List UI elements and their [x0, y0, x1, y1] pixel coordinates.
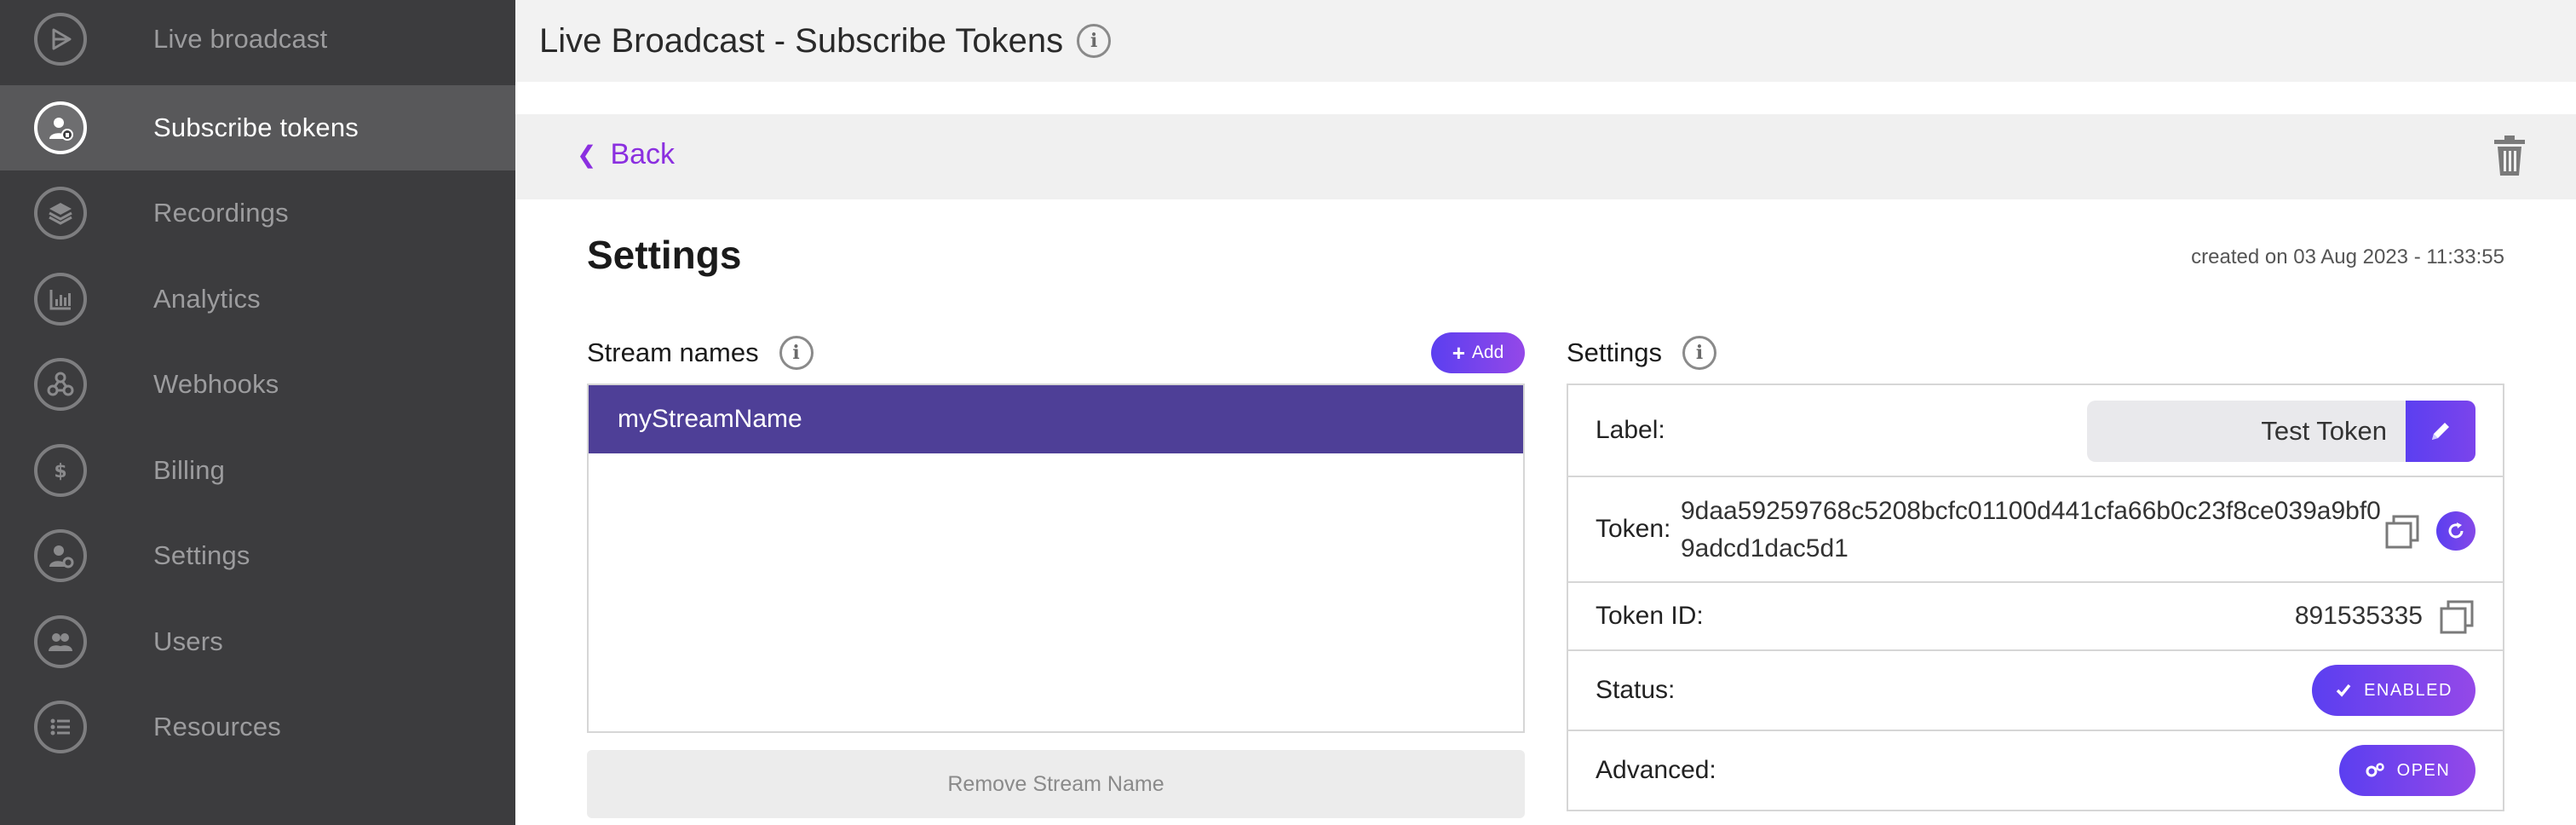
pencil-icon — [2432, 423, 2449, 440]
regenerate-token-button[interactable] — [2436, 511, 2475, 551]
sidebar: Live broadcast Subscribe tokens Recordin… — [0, 0, 515, 825]
sidebar-item-label: Analytics — [153, 284, 261, 314]
list-icon — [34, 701, 87, 753]
settings-panel-heading: Settings i — [1567, 336, 1717, 370]
status-row: Status: ENABLED — [1568, 651, 2503, 731]
info-icon[interactable]: i — [779, 336, 814, 370]
info-icon[interactable]: i — [1077, 24, 1112, 58]
sidebar-item-label: Live broadcast — [153, 24, 328, 54]
add-stream-button[interactable]: + Add — [1431, 332, 1525, 373]
settings-panel: Label: Test Token Token: 9daa59259768c52… — [1567, 384, 2504, 811]
main-content: ❮ Back Settings created on 03 Aug 2023 -… — [515, 82, 2576, 825]
users-icon — [34, 615, 87, 668]
created-timestamp: created on 03 Aug 2023 - 11:33:55 — [2191, 245, 2504, 268]
back-bar: ❮ Back — [515, 114, 2576, 199]
sidebar-item-resources[interactable]: Resources — [0, 684, 515, 770]
trash-icon[interactable] — [2491, 135, 2528, 177]
sidebar-item-label: Resources — [153, 712, 281, 741]
stream-names-heading: Stream names i — [587, 336, 814, 370]
layers-icon — [34, 187, 87, 239]
advanced-open-button[interactable]: OPEN — [2339, 745, 2475, 796]
check-icon — [2335, 682, 2352, 699]
label-field: Test Token — [2087, 401, 2475, 462]
back-button[interactable]: ❮ Back — [577, 138, 675, 171]
settings-title: Settings — [587, 233, 742, 277]
advanced-value: OPEN — [2396, 760, 2451, 780]
token-id-value: 891535335 — [2294, 602, 2423, 630]
sidebar-item-label: Settings — [153, 540, 250, 570]
sidebar-item-label: Billing — [153, 455, 226, 485]
stream-names-label: Stream names — [587, 338, 759, 367]
token-id-row: Token ID: 891535335 — [1568, 583, 2503, 651]
sidebar-item-label: Subscribe tokens — [153, 112, 359, 142]
chevron-left-icon: ❮ — [577, 141, 597, 168]
label-value: Test Token — [2261, 416, 2387, 446]
status-label: Status: — [1596, 676, 1676, 704]
back-label: Back — [610, 138, 676, 170]
broadcast-icon — [34, 13, 87, 66]
sidebar-item-subscribe-tokens[interactable]: Subscribe tokens — [0, 85, 515, 170]
info-icon[interactable]: i — [1682, 336, 1717, 370]
sidebar-item-billing[interactable]: $ Billing — [0, 428, 515, 513]
advanced-row: Advanced: OPEN — [1568, 731, 2503, 810]
dollar-icon: $ — [34, 444, 87, 497]
token-value: 9daa59259768c5208bcfc01100d441cfa66b0c23… — [1681, 497, 2381, 562]
edit-label-button[interactable] — [2406, 401, 2475, 462]
label-label: Label: — [1596, 416, 1665, 444]
refresh-icon — [2448, 522, 2464, 539]
sidebar-item-settings[interactable]: Settings — [0, 513, 515, 598]
list-item[interactable]: myStreamName — [589, 385, 1523, 453]
token-label: Token: — [1596, 515, 1671, 543]
copy-icon[interactable] — [2438, 598, 2475, 636]
user-gear-icon — [34, 529, 87, 582]
sidebar-item-analytics[interactable]: Analytics — [0, 257, 515, 342]
user-lock-icon — [34, 101, 87, 154]
token-row: Token: 9daa59259768c5208bcfc01100d441cfa… — [1568, 477, 2503, 583]
sidebar-item-users[interactable]: Users — [0, 599, 515, 684]
sidebar-item-recordings[interactable]: Recordings — [0, 170, 515, 256]
status-toggle[interactable]: ENABLED — [2312, 665, 2475, 716]
webhook-icon — [34, 358, 87, 411]
label-row: Label: Test Token — [1568, 385, 2503, 477]
sidebar-item-label: Recordings — [153, 198, 289, 228]
add-label: Add — [1471, 343, 1504, 362]
status-value: ENABLED — [2364, 680, 2452, 700]
plus-icon: + — [1452, 339, 1465, 366]
token-id-label: Token ID: — [1596, 602, 1704, 630]
advanced-label: Advanced: — [1596, 756, 1716, 784]
sidebar-item-label: Webhooks — [153, 369, 279, 399]
stream-names-list: myStreamName — [587, 384, 1525, 733]
copy-icon[interactable] — [2383, 513, 2421, 551]
page-title: Live Broadcast - Subscribe Tokens — [539, 21, 1064, 60]
page-header: Live Broadcast - Subscribe Tokens i — [515, 0, 2576, 82]
sidebar-item-live-broadcast[interactable]: Live broadcast — [0, 0, 515, 82]
gears-icon — [2365, 762, 2385, 779]
sidebar-item-label: Users — [153, 626, 223, 656]
sidebar-item-webhooks[interactable]: Webhooks — [0, 342, 515, 427]
svg-text:$: $ — [54, 461, 66, 482]
bar-chart-icon — [34, 273, 87, 326]
remove-stream-button[interactable]: Remove Stream Name — [587, 750, 1525, 818]
settings-panel-label: Settings — [1567, 338, 1663, 367]
